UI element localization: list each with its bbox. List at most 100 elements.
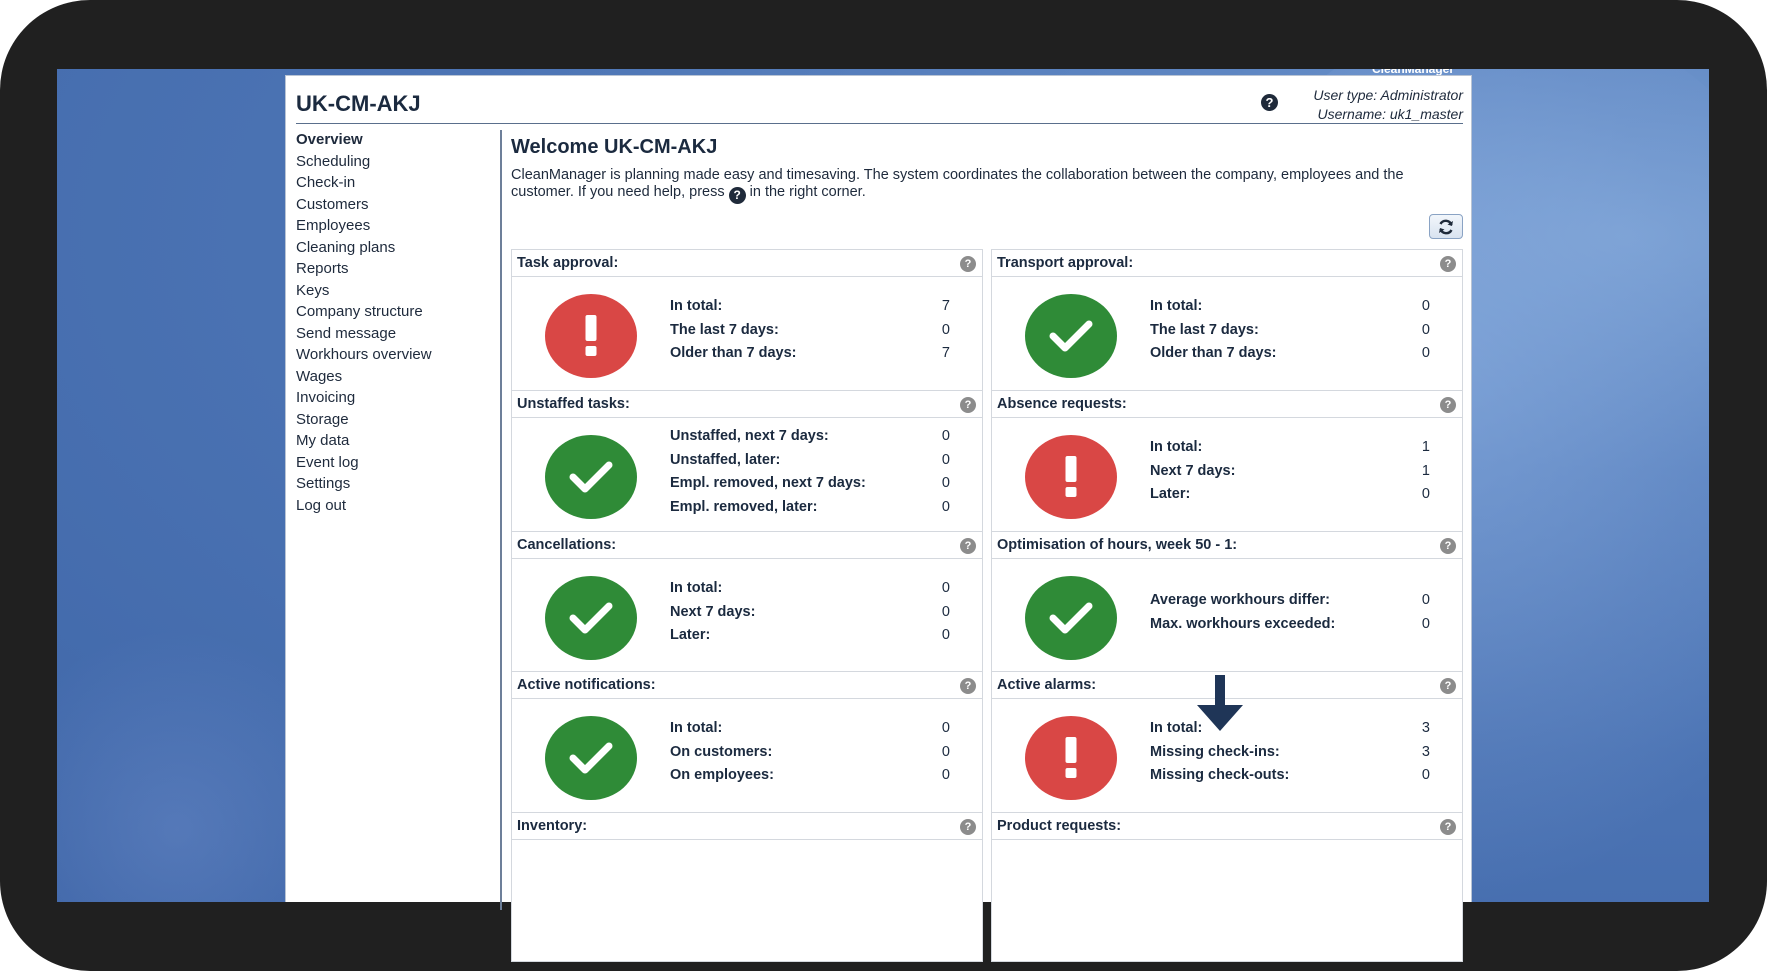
stat-value: 0 xyxy=(941,321,950,338)
stat-label: In total: xyxy=(670,720,723,736)
welcome-heading: Welcome UK-CM-AKJ xyxy=(511,136,718,158)
stats-list: In total: 0 The last 7 days: 0 Older than 7 … xyxy=(1150,298,1430,369)
sidebar-item-employees[interactable]: Employees xyxy=(296,215,486,237)
help-icon[interactable]: ? xyxy=(960,538,976,554)
stat-row: Older than 7 days: 0 xyxy=(1150,345,1430,369)
exclamation-icon xyxy=(585,315,597,356)
stat-label: On customers: xyxy=(670,743,773,760)
status-ok-indicator xyxy=(1025,576,1117,660)
stat-label: In total: xyxy=(1150,298,1203,314)
stat-row: On employees: 0 xyxy=(670,767,950,791)
stat-value: 0 xyxy=(1421,298,1430,314)
help-icon[interactable]: ? xyxy=(1440,678,1456,694)
stat-value: 0 xyxy=(1421,767,1430,783)
panel-title: Inventory: xyxy=(517,818,588,834)
sidebar-item-cleaning-plans[interactable]: Cleaning plans xyxy=(296,237,486,259)
panel-absence-requests: Absence requests:? In total: 1 Next 7 days:… xyxy=(991,390,1463,540)
stat-label: On employees: xyxy=(670,767,774,783)
panel-header: Absence requests:? xyxy=(992,391,1462,418)
stat-row: In total: 3 xyxy=(1150,720,1430,744)
stat-label: In total: xyxy=(1150,439,1203,455)
stat-row: In total: 0 xyxy=(1150,298,1430,322)
stat-value: 0 xyxy=(941,451,950,468)
sidebar-item-invoicing[interactable]: Invoicing xyxy=(296,387,486,409)
sidebar-item-scheduling[interactable]: Scheduling xyxy=(296,151,486,173)
help-icon[interactable]: ? xyxy=(1440,819,1456,835)
stat-label: The last 7 days: xyxy=(670,321,779,338)
sidebar-item-wages[interactable]: Wages xyxy=(296,366,486,388)
status-alert-indicator xyxy=(545,294,637,378)
stat-row: Unstaffed, next 7 days: 0 xyxy=(670,428,950,452)
panel-task-approval: Task approval:? In total: 7 The last 7 days… xyxy=(511,249,983,399)
stat-value: 0 xyxy=(1421,615,1430,632)
panel-title: Product requests: xyxy=(997,818,1122,834)
status-ok-indicator xyxy=(545,576,637,660)
sidebar-item-keys[interactable]: Keys xyxy=(296,280,486,302)
stat-value: 0 xyxy=(941,475,950,491)
sidebar-item-settings[interactable]: Settings xyxy=(296,473,486,495)
sidebar-item-check-in[interactable]: Check-in xyxy=(296,172,486,194)
sidebar-item-workhours-overview[interactable]: Workhours overview xyxy=(296,344,486,366)
refresh-button[interactable] xyxy=(1429,214,1463,239)
stat-row: Unstaffed, later: 0 xyxy=(670,452,950,476)
check-icon xyxy=(569,742,613,774)
panel-optimisation-of-hours-week-50-1: Optimisation of hours, week 50 - 1:? Aver… xyxy=(991,531,1463,681)
stat-row: Later: 0 xyxy=(670,627,950,651)
stat-row: Empl. removed, later: 0 xyxy=(670,499,950,523)
help-icon[interactable]: ? xyxy=(1261,94,1278,111)
sidebar-divider xyxy=(500,130,502,910)
stat-row: Later: 0 xyxy=(1150,486,1430,510)
help-icon[interactable]: ? xyxy=(1440,397,1456,413)
intro-text: CleanManager is planning made easy and t… xyxy=(511,167,1461,204)
stat-label: Missing check-outs: xyxy=(1150,767,1290,783)
stat-value: 3 xyxy=(1421,720,1430,736)
check-icon xyxy=(569,461,613,493)
sidebar-item-event-log[interactable]: Event log xyxy=(296,452,486,474)
sidebar-item-log-out[interactable]: Log out xyxy=(296,495,486,517)
help-icon[interactable]: ? xyxy=(1440,256,1456,272)
help-icon[interactable]: ? xyxy=(960,678,976,694)
panel-header: Unstaffed tasks:? xyxy=(512,391,982,418)
main-content: Welcome UK-CM-AKJ CleanManager is planni… xyxy=(511,130,1463,962)
sidebar-item-my-data[interactable]: My data xyxy=(296,430,486,452)
stat-label: Older than 7 days: xyxy=(670,345,797,361)
stats-list: In total: 0 Next 7 days: 0 Later: 0 xyxy=(670,580,950,651)
check-icon xyxy=(569,602,613,634)
help-icon[interactable]: ? xyxy=(960,819,976,835)
panel-title: Transport approval: xyxy=(997,255,1134,271)
panel-unstaffed-tasks: Unstaffed tasks:? Unstaffed, next 7 days:… xyxy=(511,390,983,540)
panel-title: Optimisation of hours, week 50 - 1: xyxy=(997,537,1238,553)
stat-label: Next 7 days: xyxy=(1150,462,1236,479)
refresh-icon xyxy=(1439,219,1453,234)
stat-value: 0 xyxy=(941,580,950,596)
help-icon[interactable]: ? xyxy=(1440,538,1456,554)
stat-label: Unstaffed, later: xyxy=(670,451,781,468)
stat-row: In total: 0 xyxy=(670,580,950,604)
sidebar-item-overview[interactable]: Overview xyxy=(296,129,486,151)
stat-value: 0 xyxy=(1421,345,1430,361)
sidebar-item-customers[interactable]: Customers xyxy=(296,194,486,216)
status-alert-indicator xyxy=(1025,435,1117,519)
stat-label: Unstaffed, next 7 days: xyxy=(670,428,829,444)
sidebar-item-send-message[interactable]: Send message xyxy=(296,323,486,345)
help-icon[interactable]: ? xyxy=(960,397,976,413)
sidebar-item-company-structure[interactable]: Company structure xyxy=(296,301,486,323)
stat-row: Missing check-ins: 3 xyxy=(1150,744,1430,768)
down-arrow-icon xyxy=(1197,675,1243,731)
stat-value: 0 xyxy=(1421,486,1430,502)
panel-header: Transport approval:? xyxy=(992,250,1462,277)
sidebar-item-reports[interactable]: Reports xyxy=(296,258,486,280)
stat-value: 3 xyxy=(1421,743,1430,760)
help-icon[interactable]: ? xyxy=(960,256,976,272)
username: Username: uk1_master xyxy=(1317,106,1463,122)
stat-label: Max. workhours exceeded: xyxy=(1150,615,1336,632)
stat-row: Missing check-outs: 0 xyxy=(1150,767,1430,791)
stat-label: Older than 7 days: xyxy=(1150,345,1277,361)
stat-label: In total: xyxy=(670,298,723,314)
panel-header: Product requests:? xyxy=(992,813,1462,840)
panel-header: Task approval:? xyxy=(512,250,982,277)
sidebar-item-storage[interactable]: Storage xyxy=(296,409,486,431)
stat-label: Empl. removed, next 7 days: xyxy=(670,475,866,491)
user-info: User type: Administrator Username: uk1_m… xyxy=(1313,86,1463,124)
panel-product-requests: Product requests:? xyxy=(991,812,1463,962)
